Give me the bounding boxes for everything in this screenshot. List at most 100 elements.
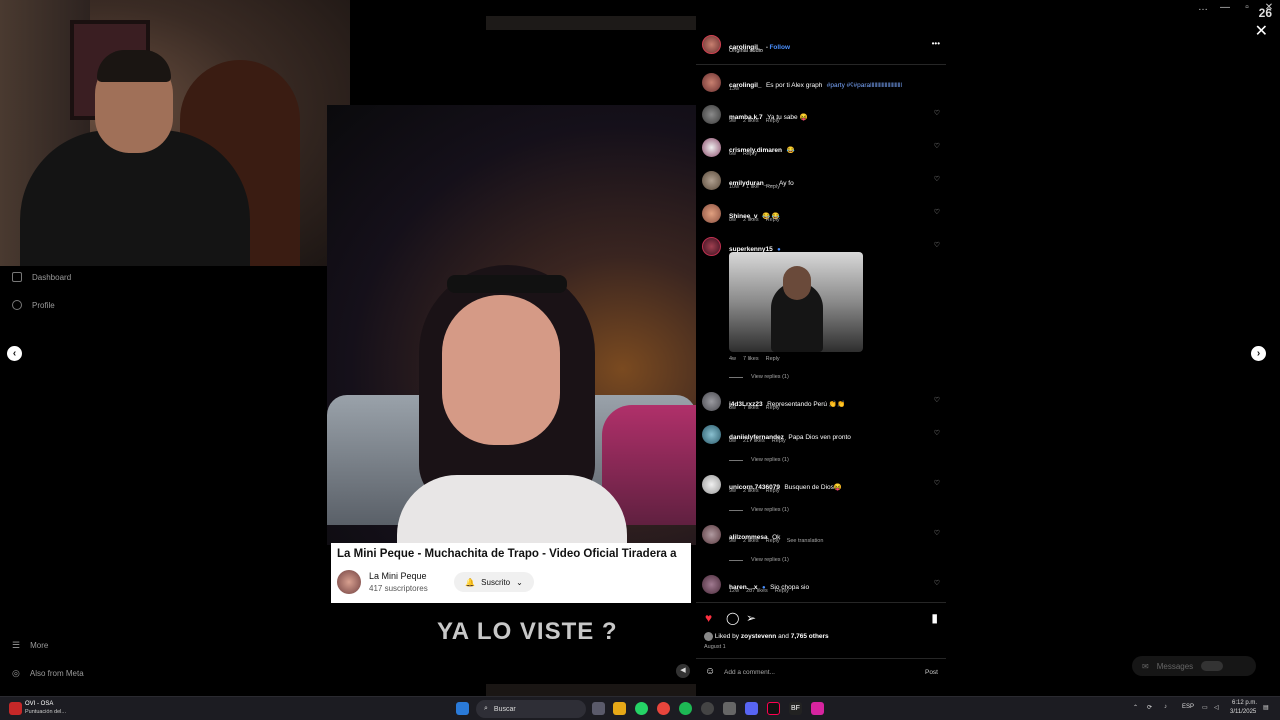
share-icon[interactable]: ➢ [746,611,756,625]
youtube-subscribe-button[interactable]: 🔔 Suscrito ⌄ [454,572,534,592]
close-icon[interactable]: ✕ [1255,21,1268,41]
windows-start-icon[interactable] [456,702,469,715]
sidebar-item-meta[interactable]: ◎ Also from Meta [12,668,84,679]
settings-icon[interactable] [723,702,736,715]
comment-avatar[interactable] [702,204,721,223]
reply-button[interactable]: Reply [772,438,786,444]
like-heart-icon[interactable]: ♥ [705,611,712,625]
comment-likes[interactable]: 7 likes [743,356,759,362]
comment-avatar[interactable] [702,392,721,411]
comment-avatar[interactable] [702,525,721,544]
comment-likes[interactable]: 2 likes [743,118,759,124]
mute-button[interactable]: ◀ [676,664,690,678]
comment-likes[interactable]: 7 likes [743,405,759,411]
task-view-icon[interactable] [592,702,605,715]
bookmark-icon[interactable]: ▮ [931,611,938,625]
whatsapp-icon[interactable] [635,702,648,715]
volume-icon[interactable]: ◁ [1214,704,1219,711]
comment-likes[interactable]: 2 likes [743,488,759,494]
reel-video[interactable] [327,105,696,545]
youtube-channel-avatar [337,570,361,594]
next-post-button[interactable]: › [1251,346,1266,361]
like-comment-icon[interactable]: ♡ [934,479,940,487]
like-comment-icon[interactable]: ♡ [934,208,940,216]
reply-button[interactable]: Reply [766,405,780,411]
messages-button[interactable]: ✉ Messages [1132,656,1256,676]
like-comment-icon[interactable]: ♡ [934,241,940,249]
caption-avatar[interactable] [702,73,721,92]
like-comment-icon[interactable]: ♡ [934,529,940,537]
language-indicator[interactable]: ESP [1182,704,1194,710]
comment-likes[interactable]: 217 likes [743,438,765,444]
comment-likes[interactable]: 1 like [746,184,759,190]
like-comment-icon[interactable]: ♡ [934,579,940,587]
notifications-icon[interactable]: ▤ [1263,704,1269,711]
file-explorer-icon[interactable] [613,702,626,715]
comment-avatar[interactable] [702,105,721,124]
tray-sync-icon[interactable]: ⟳ [1147,704,1152,711]
like-comment-icon[interactable]: ♡ [934,142,940,150]
comment-avatar[interactable] [702,425,721,444]
comment-likes[interactable]: 287 likes [746,588,768,594]
comment-avatar[interactable] [702,171,721,190]
taskbar-time[interactable]: 6:12 p.m. [1232,700,1257,706]
emoji-icon[interactable]: ☺ [705,666,715,677]
tray-chevron-icon[interactable]: ⌃ [1133,704,1138,711]
maximize-button[interactable]: ▫ [1236,0,1258,16]
chrome-icon[interactable] [657,702,670,715]
liked-by-user[interactable]: zoystevenn [741,633,776,640]
comment-avatar[interactable] [702,475,721,494]
comment-avatar[interactable] [702,237,721,256]
more-options-icon[interactable]: ••• [932,39,940,48]
caption-hashtags[interactable]: #party #ʕ#parallllllllllllllllllllll [827,82,902,89]
reply-button[interactable]: Reply [766,356,780,362]
add-comment-input[interactable]: Add a comment... [724,669,775,676]
post-comment-button[interactable]: Post [925,669,938,676]
instagram-icon[interactable] [811,702,824,715]
audio-label[interactable]: Original audio [729,48,763,54]
microphone-icon[interactable]: ♪ [1164,704,1167,710]
follow-button[interactable]: Follow [769,44,790,51]
spotify-icon[interactable] [679,702,692,715]
sidebar-item-dashboard[interactable]: Dashboard [12,272,71,282]
comment-avatar[interactable] [702,575,721,594]
view-replies-label: View replies (1) [751,374,789,380]
youtube-card[interactable]: La Mini Peque - Muchachita de Trapo - Vi… [331,543,691,603]
like-comment-icon[interactable]: ♡ [934,109,940,117]
comment-likes[interactable]: 2 likes [743,538,759,544]
discord-icon[interactable] [745,702,758,715]
reply-button[interactable]: Reply [766,488,780,494]
like-comment-icon[interactable]: ♡ [934,429,940,437]
liked-by-count[interactable]: 7,765 others [791,633,829,640]
previous-post-button[interactable]: ‹ [7,346,22,361]
view-replies-button[interactable]: View replies (1) [729,507,789,513]
see-translation-button[interactable]: See translation [787,538,824,544]
sidebar-item-profile[interactable]: Profile [12,300,55,310]
like-comment-icon[interactable]: ♡ [934,175,940,183]
sidebar-item-more[interactable]: ☰ More [12,640,48,651]
comment-icon[interactable]: ◯ [726,611,739,625]
reply-button[interactable]: Reply [766,118,780,124]
osa-app-icon[interactable] [9,702,22,715]
reply-button[interactable]: Reply [766,538,780,544]
like-comment-icon[interactable]: ♡ [934,396,940,404]
view-replies-button[interactable]: View replies (1) [729,457,789,463]
reply-button[interactable]: Reply [766,184,780,190]
comment-likes[interactable]: 2 likes [743,217,759,223]
minimize-button[interactable]: — [1214,0,1236,16]
comment-gif[interactable] [729,252,863,352]
steam-icon[interactable] [701,702,714,715]
reply-button[interactable]: Reply [775,588,789,594]
bf-app-icon[interactable]: BF [789,702,802,715]
view-replies-button[interactable]: View replies (1) [729,374,789,380]
tiktok-icon[interactable] [767,702,780,715]
author-avatar[interactable] [702,35,721,54]
view-replies-button[interactable]: View replies (1) [729,557,789,563]
taskbar-date[interactable]: 3/11/2025 [1230,709,1256,715]
reply-button[interactable]: Reply [766,217,780,223]
taskbar-search[interactable]: ⌕ Buscar [476,700,586,718]
comment-avatar[interactable] [702,138,721,157]
reply-button[interactable]: Reply [743,151,757,157]
network-icon[interactable]: ▭ [1202,704,1208,711]
more-window-button[interactable]: … [1192,0,1214,16]
